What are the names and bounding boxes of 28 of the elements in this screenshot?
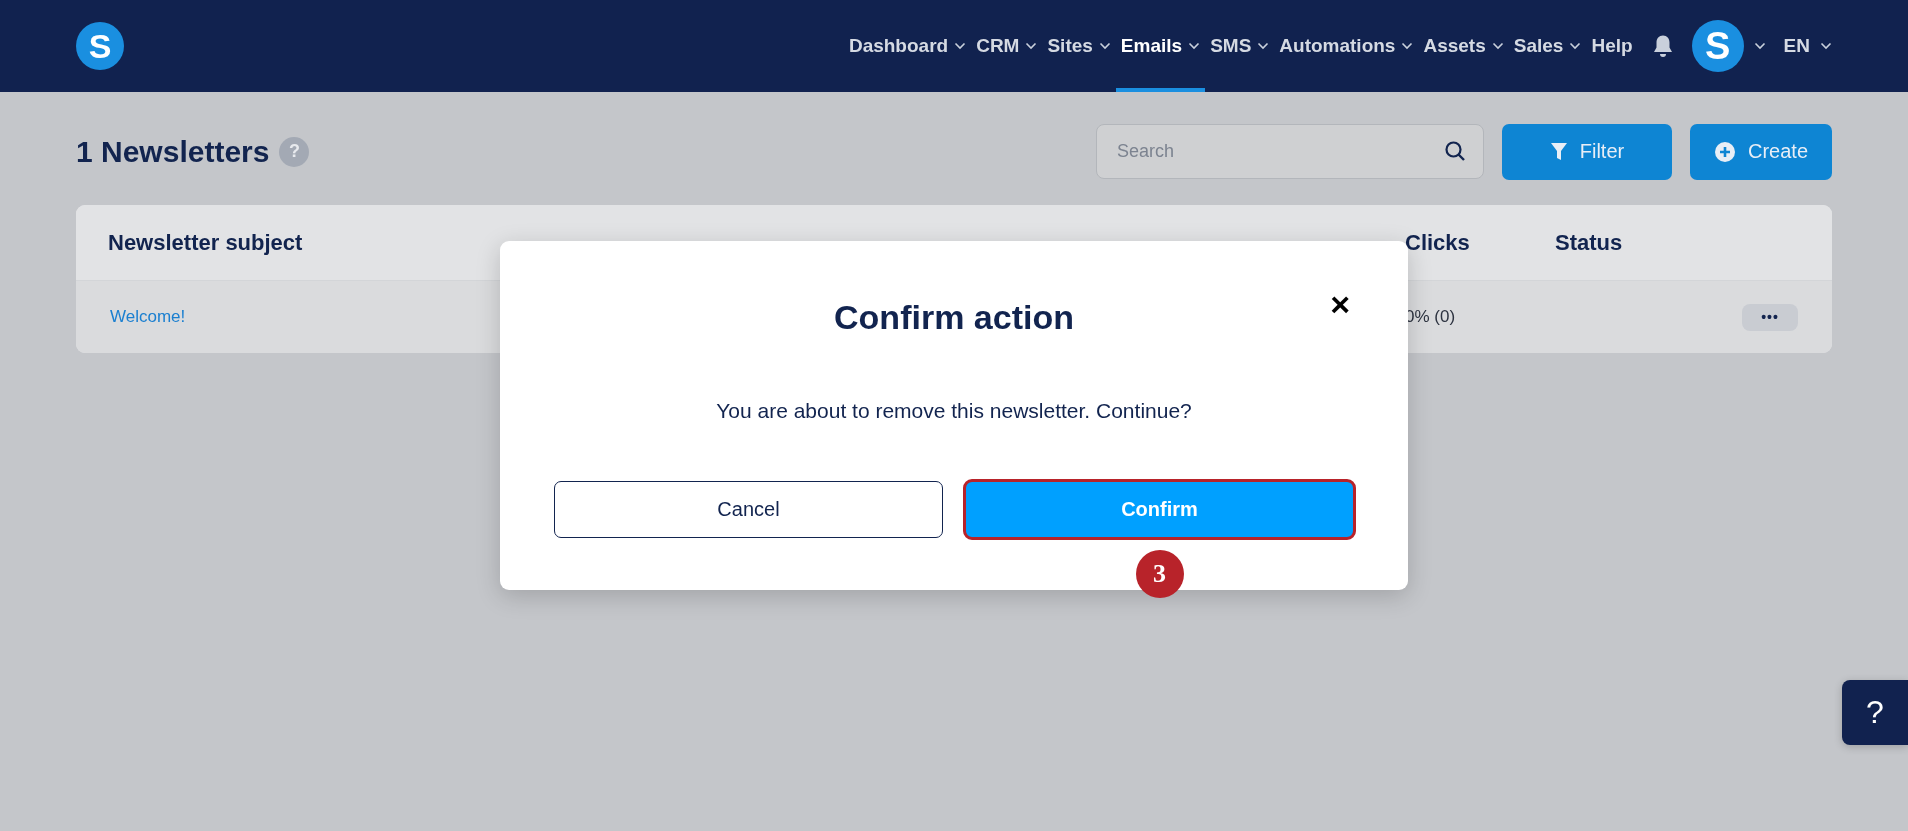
nav-link[interactable]: Assets	[1418, 0, 1509, 92]
column-header[interactable]: Status	[1555, 229, 1623, 256]
chevron-icon	[1753, 42, 1766, 50]
nav-link[interactable]: SMS	[1205, 0, 1275, 92]
chevron-icon	[1820, 42, 1832, 50]
close-button[interactable]: ×	[1330, 289, 1350, 319]
nav-link[interactable]: Automations	[1274, 0, 1419, 92]
dialog-message: You are about to remove this newsletter. Continue?	[716, 399, 1192, 423]
page-title: 1 Newsletters	[76, 134, 270, 169]
nav-link[interactable]: Emails	[1115, 0, 1206, 92]
nav-link[interactable]: Sites	[1042, 0, 1116, 92]
column-header[interactable]: Newsletter subject	[108, 229, 303, 256]
filter-icon	[1549, 141, 1568, 162]
column-header[interactable]: Clicks	[1405, 229, 1470, 256]
plus-icon	[1713, 140, 1736, 163]
step-marker: 3	[1135, 550, 1184, 598]
cancel-button[interactable]: Cancel	[554, 481, 943, 538]
nav-link[interactable]: CRM	[971, 0, 1043, 92]
nav-link[interactable]: Sales	[1508, 0, 1587, 92]
nav-link[interactable]: Help	[1586, 0, 1638, 92]
more-button[interactable]: •••	[1742, 303, 1798, 331]
bell-icon[interactable]	[1651, 34, 1674, 58]
search-icon	[1443, 140, 1466, 162]
dialog-title: Confirm action	[834, 298, 1074, 337]
language-selector[interactable]: EN	[1783, 35, 1832, 57]
help-button[interactable]: ?	[1842, 680, 1908, 745]
nav-link[interactable]: Dashboard	[843, 0, 972, 92]
search-field[interactable]: Search	[1095, 124, 1484, 179]
